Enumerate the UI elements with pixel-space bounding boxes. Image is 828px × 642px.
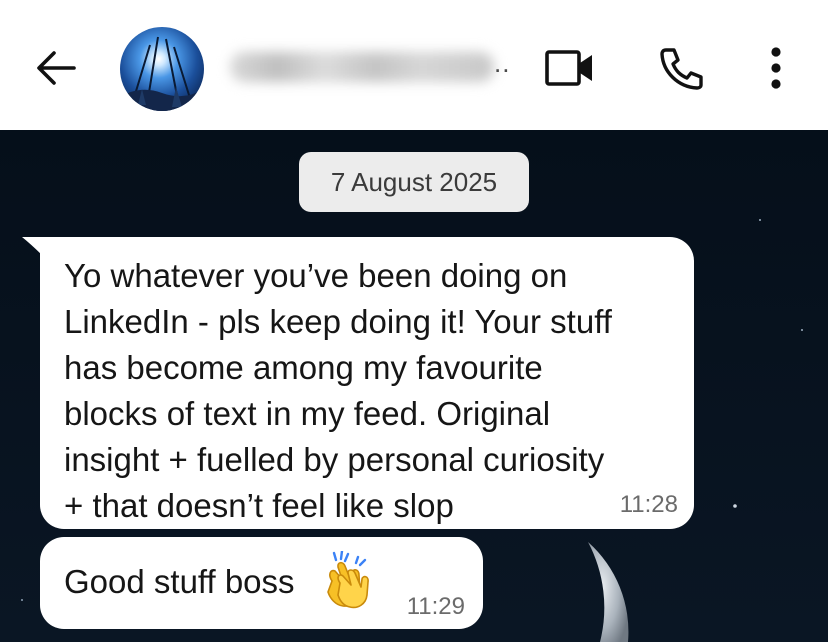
arrow-left-icon	[37, 51, 76, 85]
voice-call-button[interactable]	[658, 46, 704, 90]
more-options-button[interactable]	[764, 44, 788, 92]
chat-header: ..	[0, 0, 828, 130]
contact-name-ellipsis: ..	[494, 48, 511, 78]
video-camera-icon	[545, 50, 592, 86]
contact-avatar[interactable]	[120, 27, 204, 111]
phone-icon	[660, 48, 703, 90]
back-button[interactable]	[34, 48, 78, 88]
contact-name[interactable]: ..	[226, 44, 510, 90]
date-separator: 7 August 2025	[299, 152, 529, 212]
chat-screen: .. 7 August 2025 Yo whatever you’ve been…	[0, 0, 828, 642]
video-call-button[interactable]	[544, 48, 596, 88]
more-vertical-icon	[771, 47, 781, 89]
incoming-message-bubble[interactable]: Good stuff boss 11:29	[40, 537, 483, 629]
message-text: Yo whatever you’ve been doing on LinkedI…	[64, 257, 612, 524]
message-list[interactable]: 7 August 2025 Yo whatever you’ve been do…	[0, 130, 828, 642]
message-timestamp: 11:29	[406, 593, 465, 620]
avatar-image	[120, 27, 204, 111]
clapping-hands-icon	[327, 551, 369, 609]
blurred-contact-name	[230, 52, 494, 82]
message-timestamp: 11:28	[619, 491, 678, 518]
incoming-message-bubble[interactable]: Yo whatever you’ve been doing on LinkedI…	[40, 237, 694, 529]
